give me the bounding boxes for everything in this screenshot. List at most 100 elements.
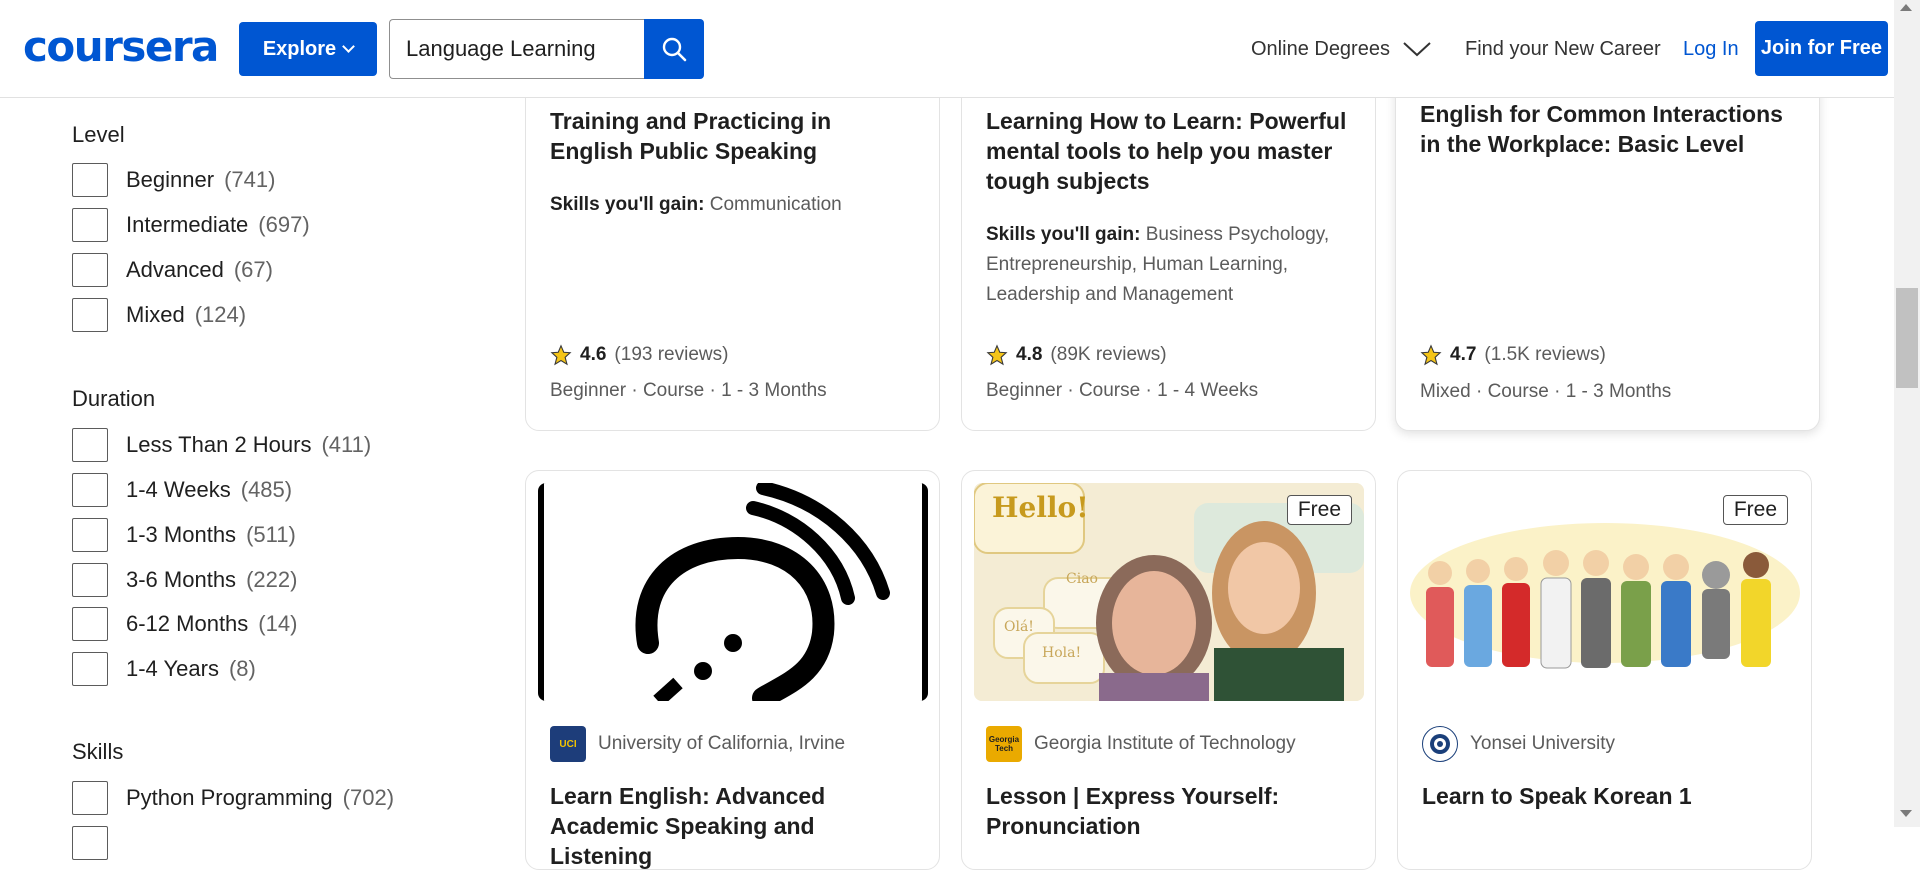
review-count: (193 reviews) <box>614 344 729 365</box>
filter-option-label: Python Programming <box>126 785 333 810</box>
rating: 4.8 (89K reviews) <box>986 344 1167 366</box>
scroll-down-arrow-icon[interactable] <box>1900 810 1912 817</box>
checkbox[interactable] <box>72 781 108 815</box>
course-title[interactable]: English for Common Interactions in the W… <box>1420 99 1800 159</box>
course-title[interactable]: Learn to Speak Korean 1 <box>1422 781 1792 811</box>
filter-title-level: Level <box>72 122 125 147</box>
scrollbar-thumb[interactable] <box>1896 288 1918 388</box>
filter-option-count: (411) <box>321 432 372 457</box>
rating-score: 4.6 <box>580 344 607 365</box>
checkbox[interactable] <box>72 473 108 507</box>
partner-name: Yonsei University <box>1470 733 1616 754</box>
checkbox[interactable] <box>72 208 108 242</box>
filter-title-duration: Duration <box>72 386 156 411</box>
course-thumbnail <box>538 483 928 701</box>
checkbox[interactable] <box>72 298 108 332</box>
chevron-down-icon <box>1403 42 1431 57</box>
filter-option[interactable]: 3-6 Months (222) <box>72 563 297 597</box>
search-icon <box>662 37 687 62</box>
filter-option[interactable]: Intermediate (697) <box>72 208 310 242</box>
scrollbar-track[interactable] <box>1894 0 1920 827</box>
filter-option[interactable]: Mixed (124) <box>72 298 246 332</box>
course-card[interactable]: UCI University of California, Irvine Lea… <box>525 470 940 870</box>
rating-score: 4.7 <box>1450 344 1477 365</box>
course-title[interactable]: Learning How to Learn: Powerful mental t… <box>986 106 1356 196</box>
online-degrees-label: Online Degrees <box>1251 38 1390 60</box>
filter-option-label: 1-4 Years <box>126 656 219 681</box>
filter-option[interactable]: Python Programming (702) <box>72 781 394 815</box>
explore-label: Explore <box>262 37 337 60</box>
filter-option-label: 6-12 Months <box>126 611 249 636</box>
checkbox[interactable] <box>72 518 108 552</box>
checkbox[interactable] <box>72 652 108 686</box>
review-count: (1.5K reviews) <box>1484 344 1606 365</box>
search-button[interactable] <box>644 19 704 79</box>
checkbox[interactable] <box>72 163 108 197</box>
course-title[interactable]: Lesson | Express Yourself: Pronunciation <box>986 781 1356 841</box>
course-card[interactable]: Training and Practicing in English Publi… <box>525 60 940 431</box>
chevron-down-icon <box>342 40 356 53</box>
filter-option[interactable]: Beginner (741) <box>72 163 275 197</box>
skills-text: Skills you'll gain: Communication <box>550 190 920 220</box>
skills-label: Skills you'll gain: <box>550 194 705 215</box>
course-card[interactable]: Learning How to Learn: Powerful mental t… <box>961 60 1376 431</box>
partner-name: University of California, Irvine <box>598 733 846 754</box>
coursera-logo[interactable]: coursera <box>23 26 219 68</box>
course-card[interactable]: Free Yonsei University Learn to Speak Ko… <box>1397 470 1812 870</box>
filter-option-count: (702) <box>342 785 395 810</box>
partner-info: UCI University of California, Irvine <box>550 726 845 762</box>
ola-bubble-text: Olá! <box>1004 619 1034 635</box>
filter-option-count: (67) <box>233 257 273 282</box>
filter-option-count: (697) <box>258 212 310 237</box>
ciao-bubble-text: Ciao <box>1066 571 1098 587</box>
filter-option-label: Advanced <box>126 257 224 282</box>
course-title[interactable]: Learn English: Advanced Academic Speakin… <box>550 781 920 869</box>
review-count: (89K reviews) <box>1050 344 1167 365</box>
uci-logo: UCI <box>550 726 586 762</box>
course-card[interactable]: Hello! Ciao Olá! Hola! Free Georgia Tech… <box>961 470 1376 870</box>
ear-sound-image <box>544 483 922 701</box>
course-title[interactable]: Training and Practicing in English Publi… <box>550 106 920 166</box>
top-navigation-bar: coursera Explore Language Learning Onlin… <box>0 0 1894 98</box>
join-for-free-button[interactable]: Join for Free <box>1755 21 1888 76</box>
rating: 4.6 (193 reviews) <box>550 344 728 366</box>
hello-bubble-text: Hello! <box>992 491 1089 524</box>
filter-option-count: (511) <box>246 522 296 547</box>
course-card[interactable]: English for Common Interactions in the W… <box>1395 60 1820 431</box>
checkbox[interactable] <box>72 563 108 597</box>
filter-option[interactable]: 6-12 Months (14) <box>72 607 297 641</box>
free-badge: Free <box>1286 495 1352 525</box>
course-thumbnail: Free <box>1410 483 1800 701</box>
checkbox[interactable] <box>72 428 108 462</box>
star-icon <box>986 344 1008 366</box>
filter-title-skills: Skills <box>72 739 124 764</box>
free-badge: Free <box>1722 495 1788 525</box>
login-link[interactable]: Log In <box>1683 36 1739 62</box>
search-input[interactable]: Language Learning <box>389 19 644 79</box>
georgia-tech-logo: Georgia Tech <box>986 726 1022 762</box>
star-icon <box>1420 344 1442 366</box>
checkbox[interactable] <box>72 253 108 287</box>
filter-option-label: Mixed <box>126 302 185 327</box>
filter-option-count: (14) <box>258 611 298 636</box>
find-career-link[interactable]: Find your New Career <box>1465 36 1661 62</box>
online-degrees-menu[interactable]: Online Degrees <box>1251 36 1432 62</box>
scroll-up-arrow-icon[interactable] <box>1900 4 1912 11</box>
filter-option-label: 3-6 Months <box>126 567 237 592</box>
hola-bubble-text: Hola! <box>1042 645 1082 661</box>
filter-option[interactable]: 1-4 Years (8) <box>72 652 256 686</box>
partner-info: Georgia Tech Georgia Institute of Techno… <box>986 726 1296 762</box>
filter-option-count: (124) <box>194 302 247 327</box>
course-meta: Beginner · Course · 1 - 4 Weeks <box>986 380 1259 401</box>
partner-name: Georgia Institute of Technology <box>1034 733 1296 754</box>
filter-option[interactable]: 1-3 Months (511) <box>72 518 296 552</box>
checkbox[interactable] <box>72 607 108 641</box>
filter-option[interactable]: Less Than 2 Hours (411) <box>72 428 371 462</box>
filter-option[interactable] <box>72 826 126 860</box>
explore-button[interactable]: Explore <box>239 22 377 76</box>
filter-option-count: (222) <box>246 567 298 592</box>
filter-option[interactable]: 1-4 Weeks (485) <box>72 473 292 507</box>
filter-option[interactable]: Advanced (67) <box>72 253 273 287</box>
checkbox[interactable] <box>72 826 108 860</box>
filter-option-label: 1-4 Weeks <box>126 477 231 502</box>
